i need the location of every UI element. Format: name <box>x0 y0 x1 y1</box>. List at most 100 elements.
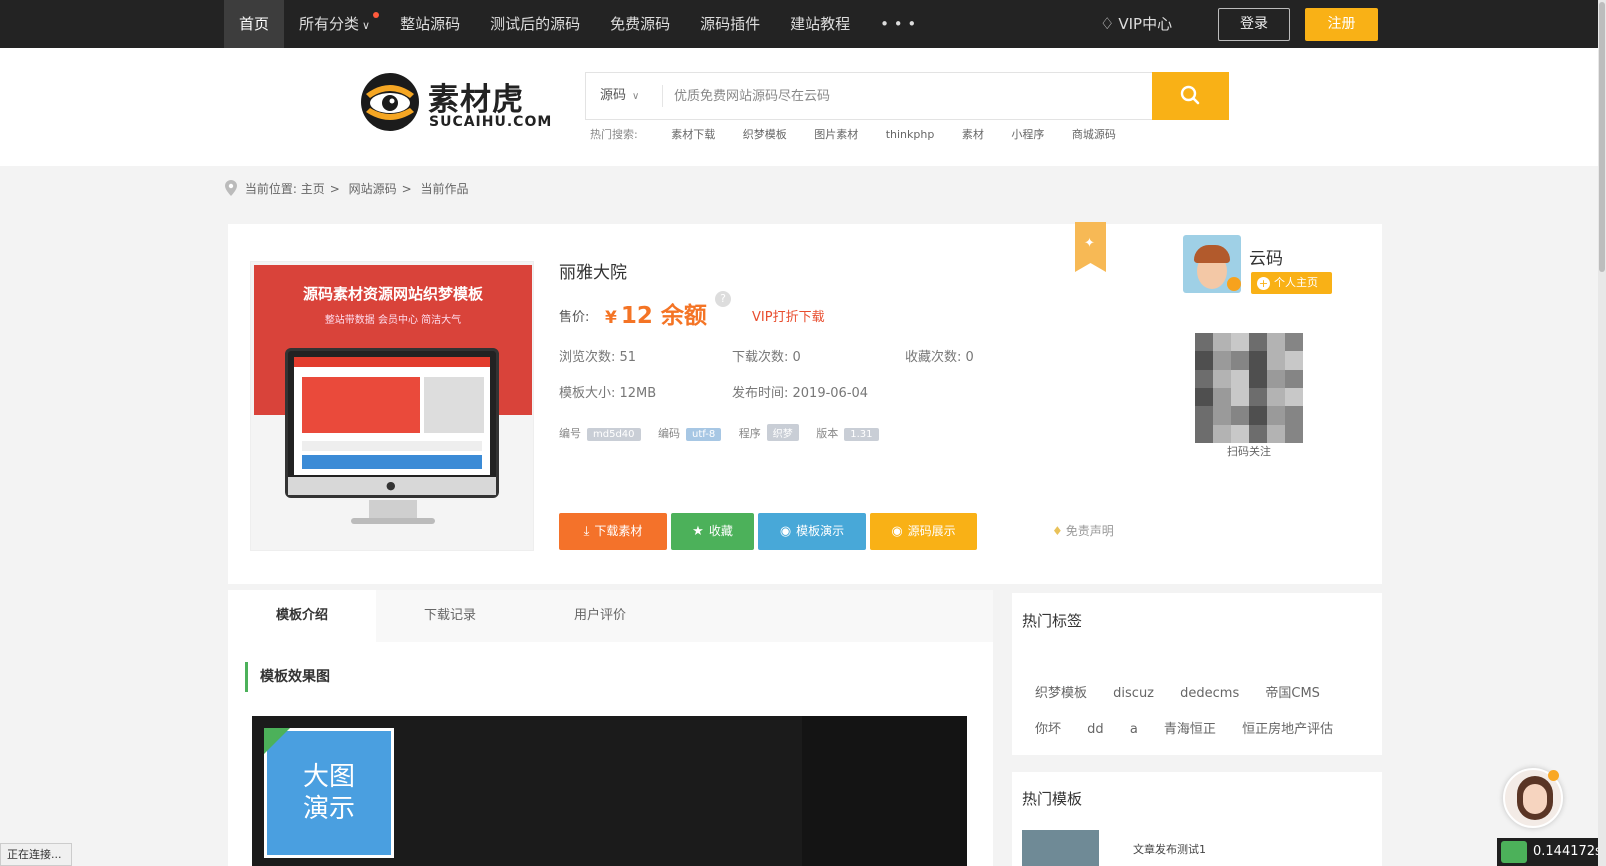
qr-cell <box>1267 406 1285 425</box>
tag-value: utf-8 <box>686 428 722 441</box>
hot-tags-list: 织梦模板 discuz dedecms 帝国CMS 你坏 dd a 青海恒正 恒… <box>1035 676 1375 748</box>
qr-cell <box>1267 369 1285 388</box>
monitor-screen <box>294 357 490 475</box>
tag-label: 版本 <box>816 427 839 440</box>
search-button[interactable] <box>1152 72 1229 120</box>
vip-discount-link[interactable]: VIP打折下载 <box>752 306 825 325</box>
hot-search-link[interactable]: 商城源码 <box>1072 128 1116 141</box>
search-category-select[interactable]: 源码 ∨ <box>600 73 639 119</box>
hot-tag[interactable]: 帝国CMS <box>1265 676 1320 712</box>
eye-icon: ◉ <box>779 524 792 539</box>
breadcrumb-current: 当前作品 <box>420 182 469 196</box>
search-input[interactable] <box>674 83 1124 109</box>
vip-center-link[interactable]: ♢ VIP中心 <box>1100 0 1172 48</box>
tag-value: 1.31 <box>844 428 879 441</box>
nav-tested-source-label: 测试后的源码 <box>490 15 581 33</box>
badge-icon: ✦ <box>1084 236 1095 251</box>
scrollbar[interactable] <box>1598 0 1606 866</box>
breadcrumb-separator: > <box>401 182 412 196</box>
search-divider <box>662 85 663 107</box>
template-demo-label: 模板演示 <box>796 524 845 538</box>
online-indicator <box>1548 770 1559 781</box>
search-icon <box>1180 85 1200 105</box>
personal-home-button[interactable]: + 个人主页 <box>1251 272 1332 294</box>
breadcrumb-category[interactable]: 网站源码 <box>349 182 397 196</box>
template-demo-button[interactable]: ◉ 模板演示 <box>758 513 866 550</box>
nav-tested-source[interactable]: 测试后的源码 <box>475 0 595 48</box>
nav-source-plugins[interactable]: 源码插件 <box>685 0 775 48</box>
nav-more[interactable]: • • • <box>865 0 931 48</box>
breadcrumb-prefix: 当前位置: <box>244 182 297 196</box>
qr-cell <box>1195 424 1213 443</box>
hot-tag[interactable]: dd <box>1087 712 1104 748</box>
download-label: 下载素材 <box>594 524 643 538</box>
breadcrumb-separator: > <box>329 182 340 196</box>
hot-tag[interactable]: discuz <box>1113 676 1154 712</box>
nav-free-source[interactable]: 免费源码 <box>595 0 685 48</box>
diamond-icon: ♢ <box>1100 14 1115 33</box>
qr-cell <box>1249 333 1267 352</box>
qr-cell <box>1267 424 1285 443</box>
scrollbar-thumb[interactable] <box>1599 2 1605 272</box>
qr-cell <box>1285 406 1303 425</box>
hot-search-link[interactable]: 素材下载 <box>671 128 715 141</box>
hot-template-thumbnail[interactable] <box>1022 830 1099 866</box>
login-button[interactable]: 登录 <box>1218 8 1290 41</box>
register-button[interactable]: 注册 <box>1305 8 1378 41</box>
qr-cell <box>1195 333 1213 352</box>
info-icon[interactable]: ? <box>715 291 731 307</box>
monitor-illustration: ● <box>285 348 499 498</box>
qr-cell <box>1285 333 1303 352</box>
screen-side <box>424 377 484 433</box>
qr-cell <box>1195 388 1213 407</box>
hot-tag[interactable]: 青海恒正 <box>1164 712 1216 748</box>
publish-date: 发布时间: 2019-06-04 <box>732 386 869 401</box>
hot-search-link[interactable]: 小程序 <box>1011 128 1044 141</box>
hot-tag[interactable]: 恒正房地产评估 <box>1242 712 1333 748</box>
hot-template-name[interactable]: 文章发布测试1 <box>1133 841 1206 857</box>
hot-search-link[interactable]: 图片素材 <box>814 128 858 141</box>
hot-tag[interactable]: 织梦模板 <box>1035 676 1087 712</box>
tag-label: 编号 <box>559 427 581 440</box>
hot-tag[interactable]: 你坏 <box>1035 712 1061 748</box>
more-icon: • • • <box>880 15 917 33</box>
disclaimer-label: 免责声明 <box>1065 524 1114 538</box>
nav-full-site-source[interactable]: 整站源码 <box>385 0 475 48</box>
qr-cell <box>1195 351 1213 370</box>
nav-home[interactable]: 首页 <box>224 0 285 48</box>
tab-download-records[interactable]: 下载记录 <box>376 590 524 642</box>
hot-search-link[interactable]: thinkphp <box>886 128 935 141</box>
qr-cell <box>1285 351 1303 370</box>
author-name[interactable]: 云码 <box>1249 244 1283 269</box>
hot-search-link[interactable]: 素材 <box>962 128 984 141</box>
qr-cell <box>1213 406 1231 425</box>
tag-label: 程序 <box>738 427 761 440</box>
source-show-button[interactable]: ◉ 源码展示 <box>870 513 977 550</box>
tab-template-intro[interactable]: 模板介绍 <box>228 590 376 642</box>
nav-tutorials[interactable]: 建站教程 <box>775 0 865 48</box>
qr-cell <box>1285 424 1303 443</box>
tab-user-reviews[interactable]: 用户评价 <box>526 590 674 642</box>
qr-cell <box>1231 424 1249 443</box>
download-button[interactable]: ⤓ 下载素材 <box>559 513 667 550</box>
favorites-count: 收藏次数: 0 <box>905 350 974 365</box>
site-logo[interactable]: 素材虎 SUCAIHU.COM <box>360 72 551 134</box>
hot-tag[interactable]: dedecms <box>1180 676 1239 712</box>
nav-all-categories[interactable]: 所有分类 ∨ <box>284 0 385 48</box>
avatar-hair <box>1194 245 1230 263</box>
favorite-button[interactable]: ★ 收藏 <box>671 513 754 550</box>
disclaimer-link[interactable]: ♦ 免责声明 <box>1052 522 1114 539</box>
new-corner-badge <box>264 728 290 754</box>
hot-tag[interactable]: a <box>1130 712 1138 748</box>
vip-label: VIP中心 <box>1118 15 1173 33</box>
qr-cell <box>1285 388 1303 407</box>
author-avatar[interactable] <box>1183 235 1241 293</box>
product-thumbnail[interactable]: 源码素材资源网站织梦模板 整站带数据 会员中心 简洁大气 ● <box>250 261 534 551</box>
breadcrumb-home[interactable]: 主页 <box>301 182 325 196</box>
hot-search-link[interactable]: 织梦模板 <box>743 128 787 141</box>
nav-source-plugins-label: 源码插件 <box>700 15 761 33</box>
large-image-demo-button[interactable]: 大图 演示 <box>264 728 394 858</box>
qr-cell <box>1231 388 1249 407</box>
qr-cell <box>1249 369 1267 388</box>
cs-face <box>1523 784 1547 814</box>
